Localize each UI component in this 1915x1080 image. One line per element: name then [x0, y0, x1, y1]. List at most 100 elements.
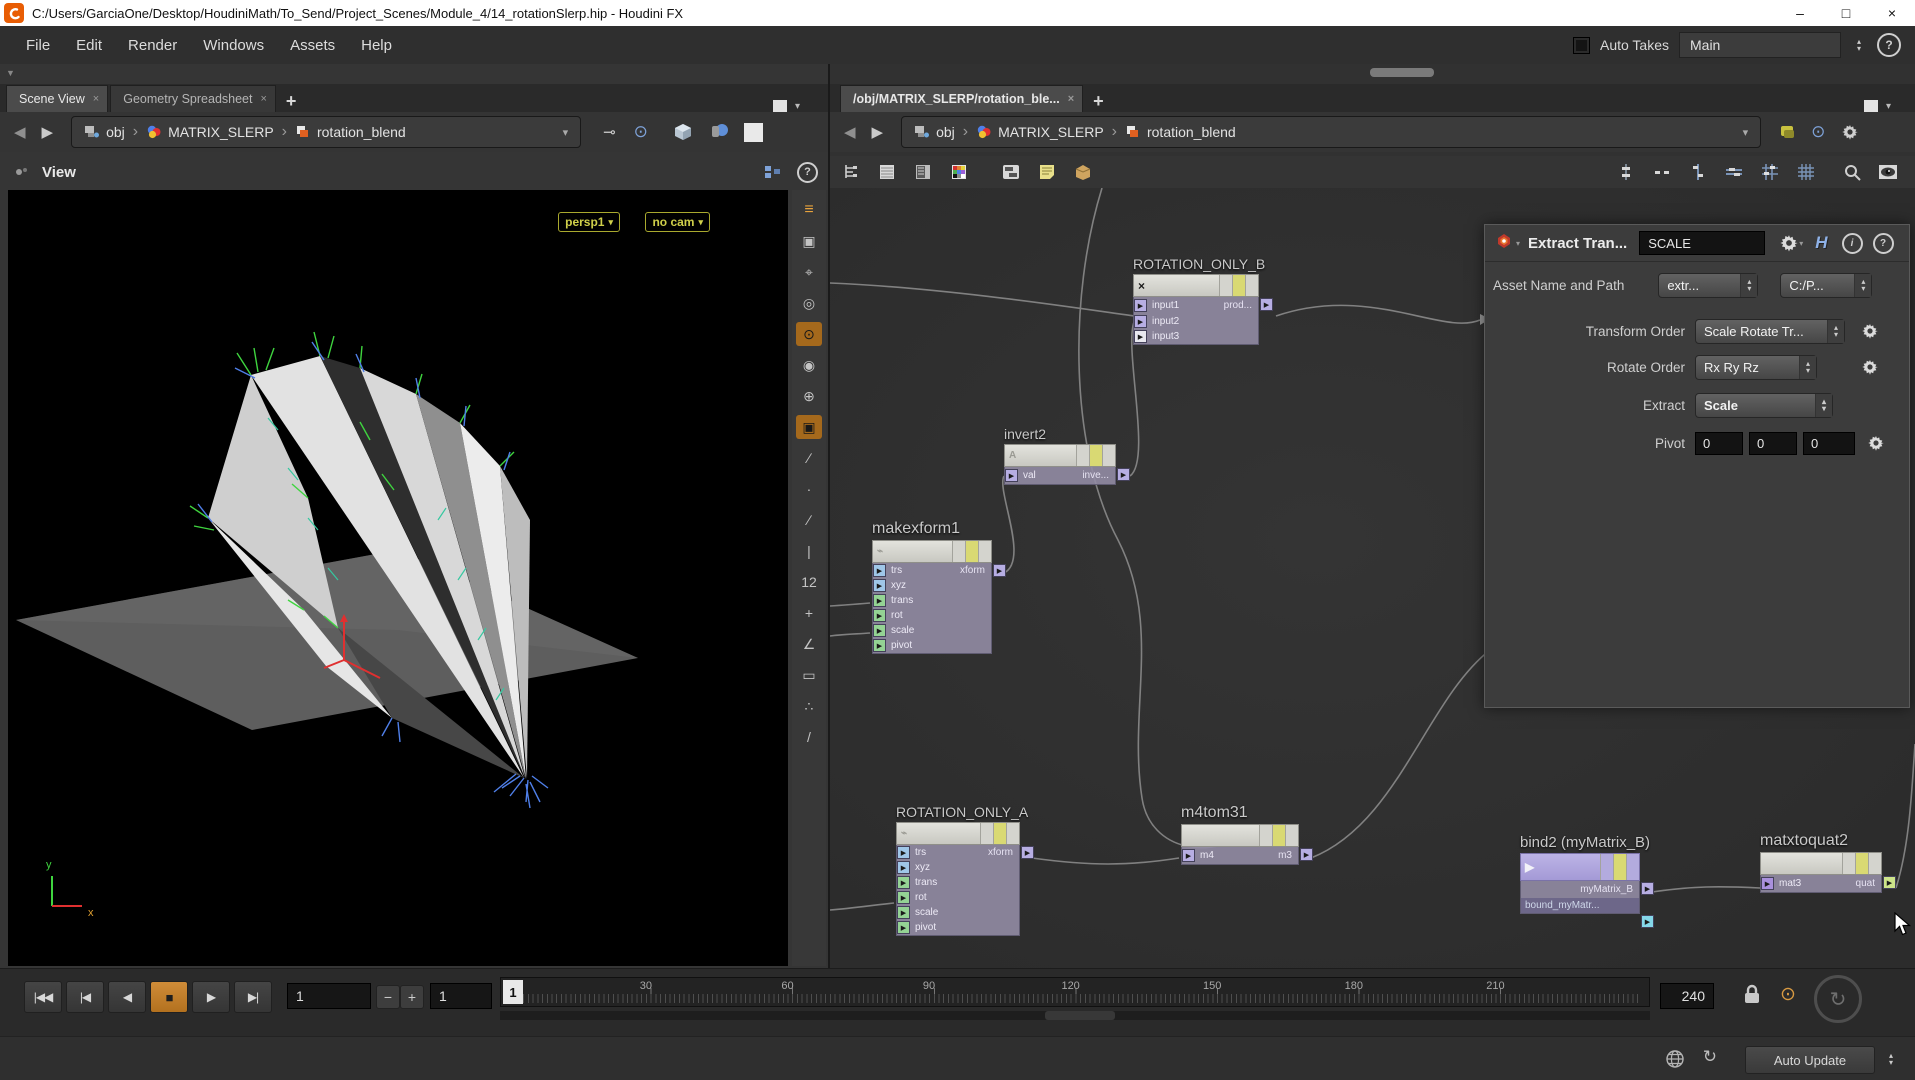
tab-close-icon[interactable]: ×: [93, 93, 99, 105]
pane-menu-icon[interactable]: ▾: [1886, 101, 1891, 112]
node-layout-icon[interactable]: [996, 160, 1026, 184]
angle-icon[interactable]: ∠: [796, 632, 822, 656]
pane-scroll-arrow-icon[interactable]: ▼: [6, 68, 15, 78]
node-bind2[interactable]: bind2 (myMatrix_B) ▶ myMatrix_B ▶ bound_…: [1520, 834, 1650, 914]
handles-icon[interactable]: ⌖: [796, 260, 822, 284]
view-tool-icon[interactable]: ◎: [796, 291, 822, 315]
snap-grid-icon[interactable]: [1755, 160, 1785, 184]
input-port[interactable]: ▶: [1761, 877, 1774, 890]
view-help-icon[interactable]: ?: [797, 162, 818, 183]
asset-path-dropdown[interactable]: C:/P...▴▾: [1780, 273, 1872, 298]
breadcrumb-obj[interactable]: obj: [906, 124, 963, 140]
info-icon[interactable]: i: [1842, 233, 1863, 254]
frame-decrement-button[interactable]: −: [376, 985, 400, 1009]
knife-icon[interactable]: ∕: [796, 508, 822, 532]
camera-selector[interactable]: no cam▾: [645, 212, 710, 232]
gear-icon[interactable]: [1867, 434, 1885, 452]
menu-render[interactable]: Render: [128, 37, 177, 54]
take-selector[interactable]: Main: [1679, 32, 1841, 58]
houdini-engine-icon[interactable]: H: [1815, 233, 1827, 253]
end-frame-field[interactable]: 240: [1660, 983, 1714, 1009]
forward-icon[interactable]: ▶: [872, 123, 884, 141]
tab-close-icon[interactable]: ×: [1068, 93, 1074, 105]
distribute-h-icon[interactable]: [1647, 160, 1677, 184]
lights-menu-icon[interactable]: [708, 122, 730, 142]
minimize-button[interactable]: –: [1777, 0, 1823, 26]
flag[interactable]: [980, 823, 993, 844]
input-port[interactable]: ▶: [897, 921, 910, 934]
path-dropdown-icon[interactable]: ▾: [555, 126, 577, 139]
pane-maximize-icon[interactable]: [1864, 100, 1878, 112]
flag[interactable]: [1868, 853, 1881, 874]
layout-persons-icon[interactable]: [763, 164, 783, 180]
flag[interactable]: [1600, 854, 1613, 880]
grid-icon[interactable]: [1791, 160, 1821, 184]
tab-scene-view[interactable]: Scene View ×: [6, 85, 108, 112]
breadcrumb-matrix-slerp[interactable]: MATRIX_SLERP: [138, 124, 282, 140]
node-matxtoquat2[interactable]: matxtoquat2 ▶ mat3 quat ▶: [1760, 832, 1882, 893]
gear-icon[interactable]: [1861, 358, 1879, 376]
path-dropdown-icon[interactable]: ▾: [1735, 126, 1757, 139]
flag[interactable]: [1842, 853, 1855, 874]
objects-icon[interactable]: ▣: [796, 415, 822, 439]
auto-update-spinner[interactable]: ▴▾: [1883, 1047, 1899, 1071]
flag[interactable]: [1102, 445, 1115, 466]
forward-icon[interactable]: ▶: [42, 123, 54, 141]
pane-menu-icon[interactable]: ▾: [795, 101, 800, 112]
network-globe-icon[interactable]: [1665, 1049, 1685, 1069]
flag[interactable]: [1626, 854, 1639, 880]
flag[interactable]: [1219, 275, 1232, 296]
viewport-3d[interactable]: y x persp1▾ no cam▾: [8, 190, 788, 966]
digital-asset-icon[interactable]: [1068, 160, 1098, 184]
input-port[interactable]: ▶: [873, 564, 886, 577]
input-port[interactable]: ▶: [873, 594, 886, 607]
dot-icon[interactable]: ·: [796, 477, 822, 501]
flag[interactable]: [1259, 825, 1272, 846]
next-frame-button[interactable]: ▶|: [234, 981, 272, 1013]
node-header[interactable]: A: [1004, 444, 1116, 467]
transform-order-dropdown[interactable]: Scale Rotate Tr...▴▾: [1695, 319, 1845, 344]
detail-view-icon[interactable]: [908, 160, 938, 184]
display-flag[interactable]: [1232, 275, 1245, 296]
menu-edit[interactable]: Edit: [76, 37, 102, 54]
characters-icon[interactable]: ◉: [796, 353, 822, 377]
frame-count-icon[interactable]: 12: [796, 570, 822, 594]
secure-selection-icon[interactable]: ▣: [796, 229, 822, 253]
refresh-icon[interactable]: ↻: [1703, 1047, 1717, 1067]
input-port[interactable]: ▶: [1182, 849, 1195, 862]
menu-windows[interactable]: Windows: [203, 37, 264, 54]
breadcrumb-obj[interactable]: obj: [76, 124, 133, 140]
lights-icon[interactable]: ⊙: [796, 322, 822, 346]
new-tab-button[interactable]: +: [1093, 91, 1104, 112]
tab-geometry-spreadsheet[interactable]: Geometry Spreadsheet ×: [110, 85, 276, 112]
output-port[interactable]: ▶: [1021, 846, 1034, 859]
sync-icon[interactable]: ⊙: [1811, 122, 1825, 142]
menu-help[interactable]: Help: [361, 37, 392, 54]
perspective-selector[interactable]: persp1▾: [558, 212, 620, 232]
network-canvas[interactable]: ROTATION_ONLY_B × ▶ input1 prod... ▶ ▶in…: [830, 188, 1915, 968]
gear-icon[interactable]: [1861, 322, 1879, 340]
chevron-down-icon[interactable]: ▾: [1516, 239, 1520, 248]
sync-icon[interactable]: ⊙: [634, 122, 648, 142]
tab-close-icon[interactable]: ×: [260, 93, 266, 105]
visibility-eye-icon[interactable]: [1873, 160, 1903, 184]
rotate-order-dropdown[interactable]: Rx Ry Rz▴▾: [1695, 355, 1817, 380]
timeline-scrollbar[interactable]: [500, 1011, 1650, 1020]
flag[interactable]: [1006, 823, 1019, 844]
node-invert2[interactable]: invert2 A ▶ val inve... ▶: [1004, 426, 1116, 485]
back-icon[interactable]: ◀: [844, 123, 856, 141]
display-options-icon[interactable]: [744, 123, 763, 142]
flag[interactable]: [1076, 445, 1089, 466]
input-port[interactable]: ▶: [1134, 299, 1147, 312]
flag[interactable]: [1285, 825, 1298, 846]
input-port[interactable]: ▶: [873, 609, 886, 622]
input-port[interactable]: ▶: [897, 906, 910, 919]
current-frame-field[interactable]: 1: [287, 983, 371, 1009]
lock-range-icon[interactable]: [1742, 983, 1762, 1005]
input-port[interactable]: ▶: [873, 624, 886, 637]
input-port[interactable]: ▶: [897, 876, 910, 889]
display-flag[interactable]: [1613, 854, 1626, 880]
pane-splitter-handle[interactable]: [1370, 68, 1434, 77]
breadcrumb-matrix-slerp[interactable]: MATRIX_SLERP: [968, 124, 1112, 140]
node-makexform1[interactable]: makexform1 ⌁ ▶trsxform▶▶xyz▶trans▶rot▶sc…: [872, 520, 992, 654]
